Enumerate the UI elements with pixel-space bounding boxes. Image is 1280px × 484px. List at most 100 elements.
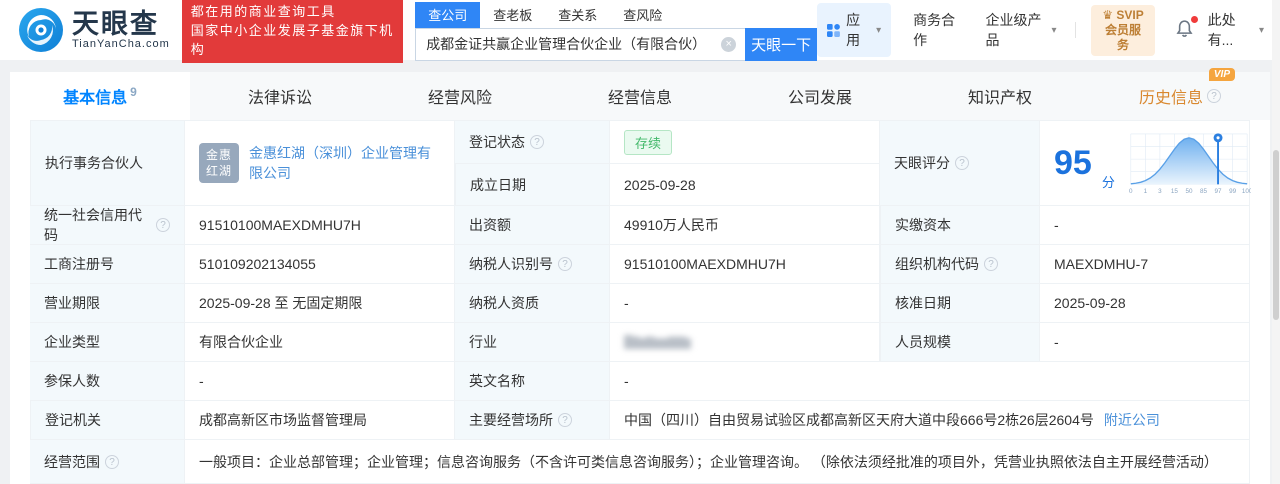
value-text: 91510100MAEXDMHU7H <box>624 256 786 272</box>
nav-business-cooperation[interactable]: 商务合作 <box>913 10 963 50</box>
tab-company-development[interactable]: 公司发展 <box>730 72 910 120</box>
tab-count-badge: 9 <box>130 85 137 99</box>
search-button[interactable]: 天眼一下 <box>745 27 818 61</box>
help-icon[interactable]: ? <box>156 218 170 232</box>
nearby-companies-link[interactable]: 附近公司 <box>1104 410 1160 430</box>
value-text: 2025-09-28 <box>624 176 696 193</box>
label-text: 实缴资本 <box>895 217 951 233</box>
apps-menu[interactable]: 应用 ▾ <box>817 3 892 57</box>
help-icon[interactable]: ? <box>558 257 572 271</box>
svg-text:0: 0 <box>1129 188 1133 195</box>
field-label-approval-date: 核准日期 <box>880 284 1040 323</box>
notification-bell[interactable] <box>1175 16 1198 41</box>
label-text: 组织机构代码 <box>895 256 979 272</box>
help-icon[interactable]: ? <box>105 454 119 469</box>
field-label-industry: 行业 <box>455 323 610 362</box>
svg-text:1: 1 <box>1143 188 1147 195</box>
top-header: 天眼查 TianYanCha.com 都在用的商业查询工具 国家中小企业发展子基… <box>0 0 1280 63</box>
field-value-credit-code: 91510100MAEXDMHU7H <box>185 206 455 245</box>
field-value-taxpayer-qualification: - <box>610 284 880 323</box>
label-text: 执行事务合伙人 <box>45 155 143 171</box>
value-text: 49910万人民币 <box>624 217 719 233</box>
username-truncated: 此处有... <box>1207 12 1236 48</box>
tab-label: 基本信息 <box>63 90 128 107</box>
tab-history-info[interactable]: VIP 历史信息 ? <box>1090 68 1270 120</box>
value-text: 2025-09-28 <box>1054 295 1126 311</box>
tab-legal-litigation[interactable]: 法律诉讼 <box>190 72 370 120</box>
scrollbar-thumb[interactable] <box>1273 150 1279 320</box>
help-icon[interactable]: ? <box>1207 89 1221 103</box>
header-nav: 应用 ▾ 商务合作 企业级产品 ▾ ♛ SVIP 会员服务 此处有... ▾ <box>817 3 1264 57</box>
search-tab-company[interactable]: 查公司 <box>415 1 481 28</box>
svip-line1: SVIP <box>1116 7 1144 22</box>
notification-dot <box>1190 16 1198 23</box>
help-icon[interactable]: ? <box>530 135 544 149</box>
search-area: 查公司 查老板 查关系 查风险 × 天眼一下 <box>415 1 818 61</box>
status-badge: 存续 <box>624 129 673 155</box>
tab-label: 知识产权 <box>967 90 1032 107</box>
tab-operation-info[interactable]: 经营信息 <box>550 72 730 120</box>
value-text: 91510100MAEXDMHU7H <box>199 217 361 233</box>
label-text: 成立日期 <box>470 176 526 193</box>
field-value-org-code: MAEXDMHU-7 <box>1040 245 1250 284</box>
brand-name: 天眼查 <box>72 9 159 39</box>
help-icon[interactable]: ? <box>984 257 998 271</box>
label-text: 工商注册号 <box>44 256 114 272</box>
value-text: 有限合伙企业 <box>199 334 283 350</box>
svg-text:50: 50 <box>1185 188 1193 195</box>
search-tab-risk[interactable]: 查风险 <box>610 2 675 28</box>
partner-company-link[interactable]: 金惠红湖（深圳）企业管理有限公司 <box>249 143 440 183</box>
tab-basic-info[interactable]: 基本信息 9 <box>10 72 190 120</box>
label-text: 天眼评分 <box>894 155 950 171</box>
field-label-company-type: 企业类型 <box>30 323 185 362</box>
field-value-score: 95 分 0 1 3 15 50 85 97 99 10 <box>1040 121 1251 206</box>
field-value-company-type: 有限合伙企业 <box>185 323 455 362</box>
label-text: 人员规模 <box>895 334 951 350</box>
field-label-reg-number: 工商注册号 <box>30 245 185 284</box>
field-value-taxpayer-id: 91510100MAEXDMHU7H <box>610 245 880 284</box>
tab-intellectual-property[interactable]: 知识产权 <box>910 72 1090 120</box>
tianyancha-logo[interactable]: 天眼查 TianYanCha.com <box>18 7 170 53</box>
user-account-menu[interactable]: 此处有... ▾ <box>1208 10 1264 50</box>
slogan-line2: 国家中小企业发展子基金旗下机构 <box>190 22 394 57</box>
industry-value-censored: █▇▆▇▆ ▆▇ ▇▆ <box>624 335 691 349</box>
label-text: 企业类型 <box>44 334 100 350</box>
bell-curve-area <box>1130 137 1247 185</box>
clear-search-icon[interactable]: × <box>721 36 737 52</box>
company-detail-panel: 基本信息 9 法律诉讼 经营风险 经营信息 公司发展 知识产权 VIP 历史信息… <box>10 68 1270 484</box>
field-value-contribution: 49910万人民币 <box>610 206 880 245</box>
field-label-executive-partner: 执行事务合伙人 <box>30 121 185 206</box>
value-text: 一般项目：企业总部管理；企业管理；信息咨询服务（不含许可类信息咨询服务）；企业管… <box>199 453 1218 470</box>
page-scrollbar[interactable] <box>1272 0 1280 484</box>
help-icon[interactable]: ? <box>558 413 572 427</box>
app-grid-icon <box>827 23 841 37</box>
logo-line2: 红湖 <box>205 164 232 178</box>
svg-text:100: 100 <box>1242 188 1251 195</box>
field-value-executive-partner: 金惠 红湖 金惠红湖（深圳）企业管理有限公司 <box>185 121 455 206</box>
svip-membership-button[interactable]: ♛ SVIP 会员服务 <box>1091 4 1155 56</box>
field-value-english-name: - <box>610 362 1250 401</box>
field-value-registration-status: 存续 <box>610 121 880 164</box>
label-text: 英文名称 <box>469 373 525 389</box>
apps-label: 应用 <box>846 12 861 48</box>
search-input[interactable] <box>415 27 746 61</box>
nav-enterprise-products[interactable]: 企业级产品 ▾ <box>986 10 1057 50</box>
nav-divider <box>1074 22 1076 38</box>
value-text: - <box>624 373 629 389</box>
help-icon[interactable]: ? <box>955 156 969 170</box>
search-tab-boss[interactable]: 查老板 <box>480 2 545 28</box>
enterprise-label: 企业级产品 <box>985 12 1042 48</box>
tab-label: 法律诉讼 <box>247 90 312 107</box>
value-text: 成都高新区市场监督管理局 <box>199 412 367 428</box>
field-label-taxpayer-id: 纳税人识别号? <box>455 245 610 284</box>
label-text: 纳税人识别号 <box>469 256 553 272</box>
partner-company-logo[interactable]: 金惠 红湖 <box>199 143 239 183</box>
tab-operation-risk[interactable]: 经营风险 <box>370 72 550 120</box>
search-tab-relation[interactable]: 查关系 <box>545 2 610 28</box>
label-text: 主要经营场所 <box>469 412 553 428</box>
tab-label: 经营信息 <box>607 90 672 107</box>
field-value-insured-count: - <box>185 362 455 401</box>
field-label-business-scope: 经营范围? <box>30 440 185 484</box>
score-unit: 分 <box>1101 175 1115 190</box>
field-label-credit-code: 统一社会信用代码? <box>30 206 185 245</box>
